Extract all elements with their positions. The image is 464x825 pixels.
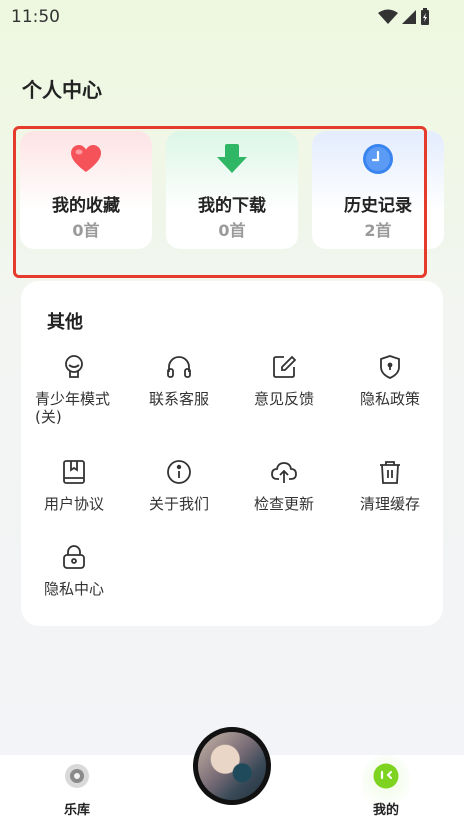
signal-icon (402, 10, 416, 24)
headphones-icon (167, 356, 191, 378)
nav-mine[interactable]: 我的 (356, 763, 416, 818)
battery-icon (421, 8, 429, 25)
feedback-label: 意见反馈 (253, 390, 314, 408)
status-icons (378, 8, 430, 26)
user-agreement-item[interactable]: 用户协议 (21, 459, 127, 513)
nav-library-label: 乐库 (63, 803, 90, 818)
trash-icon (380, 461, 400, 484)
status-bar: 11:50 (0, 0, 464, 34)
contact-support-label: 联系客服 (148, 390, 209, 408)
teen-mode-item[interactable]: 青少年模式(关) (21, 354, 127, 426)
book-icon (63, 460, 85, 484)
face-icon (373, 763, 399, 789)
status-time: 11:50 (11, 7, 60, 27)
others-title: 其他 (47, 312, 83, 333)
page-title: 个人中心 (22, 78, 102, 102)
check-update-item[interactable]: 检查更新 (231, 459, 337, 513)
lock-icon (63, 545, 85, 569)
user-agreement-label: 用户协议 (43, 495, 104, 513)
album-art (198, 732, 266, 800)
cloud-upload-icon (271, 462, 297, 483)
privacy-center-label: 隐私中心 (43, 580, 104, 598)
privacy-center-item[interactable]: 隐私中心 (21, 544, 127, 598)
privacy-policy-label: 隐私政策 (359, 390, 420, 408)
now-playing-disc[interactable] (193, 727, 271, 805)
shield-icon (380, 355, 400, 379)
clear-cache-label: 清理缓存 (359, 495, 420, 513)
about-us-item[interactable]: 关于我们 (126, 459, 232, 513)
privacy-policy-item[interactable]: 隐私政策 (337, 354, 443, 408)
check-update-label: 检查更新 (253, 495, 314, 513)
nav-mine-label: 我的 (372, 803, 399, 818)
contact-support-item[interactable]: 联系客服 (126, 354, 232, 408)
nav-library[interactable]: 乐库 (47, 763, 107, 818)
others-panel: 其他 青少年模式(关) 联系客服 意见反馈 隐私政策 用户协议 关于我们 检查更… (21, 281, 443, 626)
highlight-box (13, 126, 427, 278)
feedback-item[interactable]: 意见反馈 (231, 354, 337, 408)
edit-icon (273, 355, 297, 378)
wifi-icon (378, 9, 398, 24)
about-us-label: 关于我们 (148, 495, 209, 513)
teen-mode-icon (65, 355, 83, 378)
teen-mode-label: 青少年模式(关) (35, 390, 111, 426)
info-icon (167, 460, 191, 484)
clear-cache-item[interactable]: 清理缓存 (337, 459, 443, 513)
disc-icon (65, 764, 89, 788)
